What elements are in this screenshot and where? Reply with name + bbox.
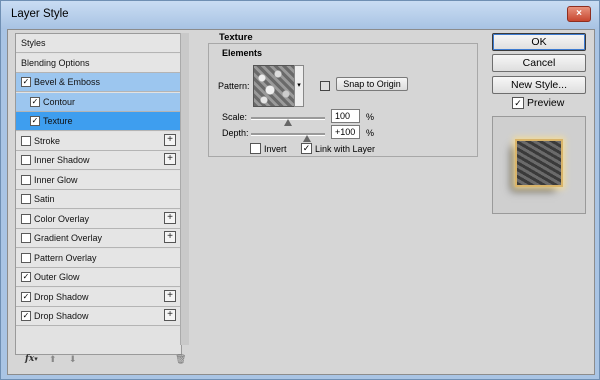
- style-item-blending-options[interactable]: Blending Options: [16, 53, 181, 73]
- style-item-label: Drop Shadow: [34, 311, 89, 321]
- layer-style-window: Layer Style × Styles Blending Options ✓ Bev…: [0, 0, 600, 380]
- style-item-checkbox[interactable]: ✓: [30, 96, 40, 107]
- style-item-checkbox[interactable]: [21, 155, 31, 165]
- add-effect-icon[interactable]: +: [164, 211, 176, 224]
- move-down-icon[interactable]: ⬇: [69, 354, 77, 365]
- elements-group-title: Elements: [222, 48, 263, 58]
- depth-label: Depth:: [222, 128, 249, 138]
- preview-label: Preview: [527, 97, 565, 109]
- style-item-label: Inner Glow: [34, 174, 78, 185]
- fx-icon: fx: [25, 354, 35, 364]
- chevron-down-icon: ▾: [297, 82, 301, 89]
- style-item-bevel-emboss[interactable]: ✓ Bevel & Emboss: [16, 73, 181, 92]
- window-title: Layer Style: [11, 8, 69, 20]
- new-style-button[interactable]: New Style...: [492, 76, 586, 94]
- fx-caret-icon: ▾: [34, 354, 38, 363]
- add-effect-icon[interactable]: +: [164, 309, 176, 321]
- depth-slider-thumb[interactable]: [302, 135, 311, 142]
- style-item-drop-shadow[interactable]: ✓ Drop Shadow +: [16, 307, 181, 326]
- preview-thumbnail: [517, 141, 561, 185]
- snap-to-origin-button[interactable]: Snap to Origin: [336, 77, 408, 91]
- style-item-checkbox[interactable]: [21, 233, 31, 243]
- preview-checkbox[interactable]: ✓: [512, 97, 524, 109]
- style-item-texture[interactable]: ✓ Texture: [16, 112, 181, 131]
- title-bar[interactable]: Layer Style ×: [1, 1, 599, 29]
- fx-button[interactable]: fx▾: [25, 354, 38, 364]
- style-item-checkbox[interactable]: [21, 194, 31, 204]
- add-effect-icon[interactable]: +: [164, 289, 176, 302]
- scale-input[interactable]: 100: [331, 109, 360, 123]
- style-item-label: Bevel & Emboss: [34, 77, 101, 87]
- ok-button[interactable]: OK: [492, 33, 586, 51]
- style-item-checkbox[interactable]: ✓: [21, 272, 31, 282]
- style-item-label: Outer Glow: [34, 272, 80, 282]
- style-item-drop-shadow[interactable]: ✓ Drop Shadow +: [16, 287, 181, 307]
- style-item-pattern-overlay[interactable]: Pattern Overlay: [16, 248, 181, 268]
- close-button[interactable]: ×: [567, 6, 591, 22]
- style-item-label: Blending Options: [21, 57, 90, 68]
- style-item-checkbox[interactable]: ✓: [21, 291, 31, 302]
- texture-panel: Texture Elements Pattern: ▾ Snap to Orig…: [204, 32, 482, 157]
- scale-unit: %: [366, 112, 375, 122]
- style-item-label: Pattern Overlay: [34, 252, 97, 263]
- style-list-toolbar: fx▾ ⬆ ⬇ 🗑: [15, 352, 189, 368]
- style-item-label: Color Overlay: [34, 213, 90, 224]
- scale-slider-thumb[interactable]: [284, 119, 292, 126]
- new-preset-icon[interactable]: [320, 81, 330, 91]
- style-item-stroke[interactable]: Stroke +: [16, 131, 181, 151]
- style-item-checkbox[interactable]: ✓: [21, 311, 31, 321]
- style-item-inner-glow[interactable]: Inner Glow: [16, 170, 181, 190]
- cancel-button[interactable]: Cancel: [492, 54, 586, 72]
- style-item-color-overlay[interactable]: Color Overlay +: [16, 209, 181, 229]
- style-item-gradient-overlay[interactable]: Gradient Overlay +: [16, 229, 181, 248]
- style-item-contour[interactable]: ✓ Contour: [16, 92, 181, 112]
- trash-icon[interactable]: 🗑: [175, 354, 186, 365]
- depth-slider-track[interactable]: [251, 133, 325, 136]
- style-item-satin[interactable]: Satin: [16, 190, 181, 209]
- style-item-checkbox[interactable]: [21, 174, 31, 185]
- style-item-checkbox[interactable]: [21, 213, 31, 224]
- invert-label: Invert: [264, 144, 287, 154]
- link-with-layer-label: Link with Layer: [315, 144, 376, 154]
- style-item-styles[interactable]: Styles: [16, 34, 181, 53]
- pattern-dropdown-button[interactable]: ▾: [294, 65, 304, 107]
- style-item-label: Drop Shadow: [34, 291, 89, 302]
- style-preview: [492, 116, 586, 214]
- style-item-label: Texture: [43, 116, 73, 126]
- style-item-outer-glow[interactable]: ✓ Outer Glow: [16, 268, 181, 287]
- texture-section-title: Texture: [219, 32, 253, 43]
- pattern-swatch[interactable]: [253, 65, 295, 107]
- style-item-checkbox[interactable]: [21, 135, 31, 146]
- move-up-icon[interactable]: ⬆: [49, 354, 57, 365]
- add-effect-icon[interactable]: +: [164, 133, 176, 146]
- scale-label: Scale:: [222, 112, 248, 122]
- style-item-checkbox[interactable]: [21, 252, 31, 263]
- style-item-checkbox[interactable]: ✓: [30, 116, 40, 126]
- dialog-client: Styles Blending Options ✓ Bevel & Emboss ✓ Co…: [7, 29, 595, 375]
- add-effect-icon[interactable]: +: [164, 231, 176, 243]
- style-item-checkbox[interactable]: ✓: [21, 77, 31, 87]
- elements-group: Elements Pattern: ▾ Snap to Origin Scale…: [208, 43, 478, 157]
- link-with-layer-checkbox[interactable]: ✓: [301, 143, 312, 154]
- style-item-label: Styles: [21, 38, 46, 48]
- invert-checkbox[interactable]: [250, 143, 261, 154]
- style-list-scrollbar[interactable]: [180, 33, 189, 345]
- style-item-label: Stroke: [34, 135, 61, 146]
- style-item-label: Satin: [34, 194, 55, 204]
- pattern-label: Pattern:: [218, 81, 250, 91]
- style-list: Styles Blending Options ✓ Bevel & Emboss ✓ Co…: [15, 33, 182, 355]
- depth-input[interactable]: +100: [331, 125, 360, 139]
- style-item-inner-shadow[interactable]: Inner Shadow +: [16, 151, 181, 170]
- style-item-label: Contour: [43, 96, 76, 107]
- add-effect-icon[interactable]: +: [164, 153, 176, 165]
- depth-unit: %: [366, 128, 375, 138]
- style-item-label: Gradient Overlay: [34, 233, 103, 243]
- style-item-label: Inner Shadow: [34, 155, 90, 165]
